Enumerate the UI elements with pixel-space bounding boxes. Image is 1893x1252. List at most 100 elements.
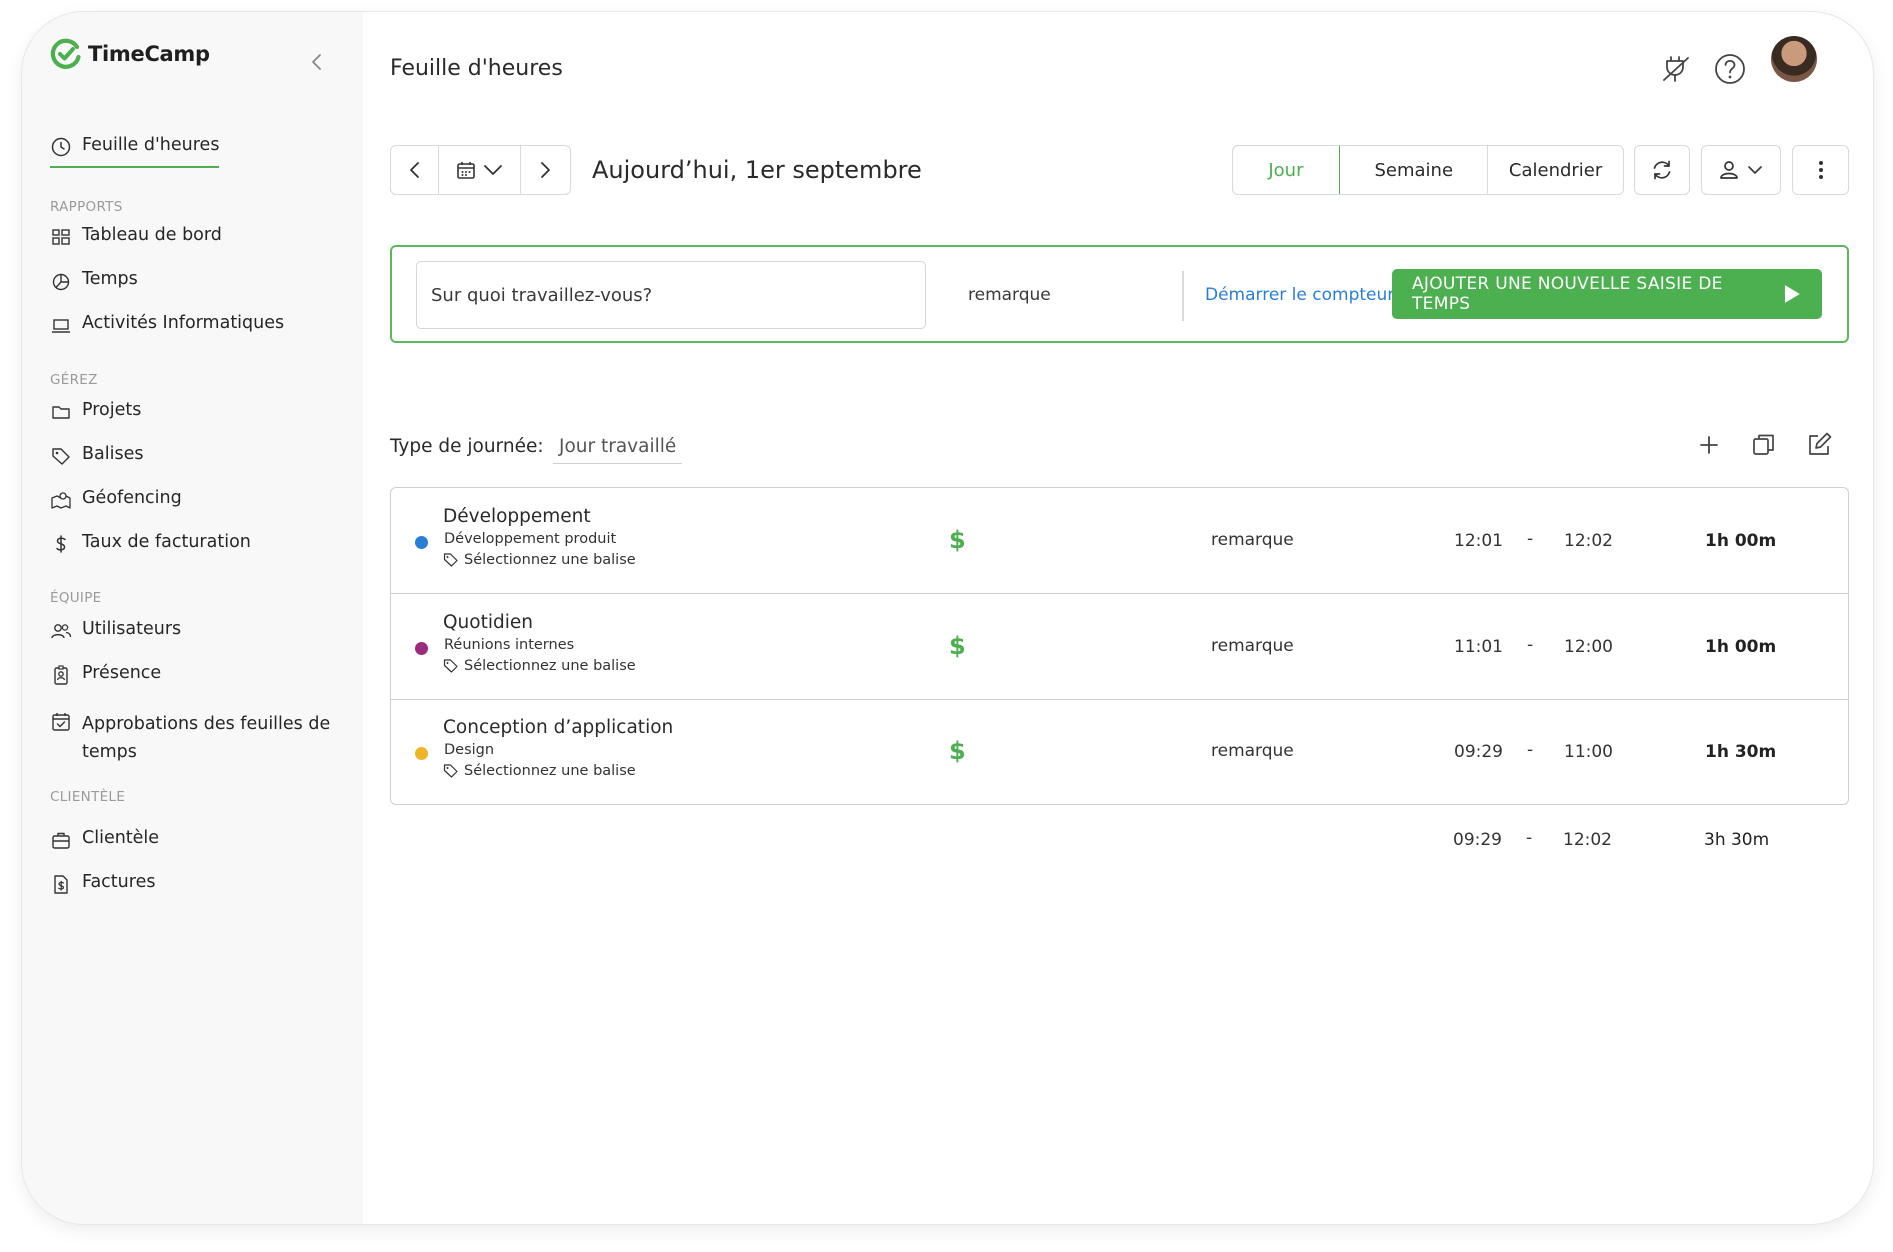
sidebar-item-label: Tableau de bord [82, 225, 222, 245]
tag-selector[interactable]: Sélectionnez une balise [443, 552, 636, 568]
chevron-right-icon [541, 162, 550, 178]
sidebar-item-label: Temps [82, 269, 138, 289]
plus-icon[interactable] [1694, 430, 1724, 460]
sidebar-item-label-multiline: Approbations des feuilles de temps [82, 710, 330, 766]
start-time[interactable]: 12:01 [1454, 531, 1503, 551]
logo[interactable]: TimeCamp [50, 38, 210, 70]
tag-selector-label: Sélectionnez une balise [464, 763, 636, 779]
laptop-icon [52, 319, 70, 333]
user-filter-dropdown[interactable] [1701, 145, 1781, 195]
task-search-input[interactable] [416, 261, 926, 329]
section-label-reports: RAPPORTS [50, 199, 123, 215]
project-name[interactable]: Développement [443, 506, 591, 527]
duration[interactable]: 1h 00m [1705, 531, 1776, 551]
tab-week[interactable]: Semaine [1340, 146, 1489, 194]
clock-icon [51, 137, 71, 157]
end-time[interactable]: 11:00 [1564, 742, 1613, 762]
sidebar-item-timesheet-approvals[interactable]: Approbations des feuilles de temps [50, 710, 330, 766]
pie-chart-icon [52, 273, 70, 291]
sidebar-item-label: Balises [82, 444, 144, 464]
sidebar-item-invoices[interactable]: Factures [50, 872, 155, 895]
app-window: TimeCamp Feuille d'heures RAPPORTS Table… [22, 12, 1873, 1224]
time-separator: - [1526, 828, 1533, 848]
day-type-select[interactable]: Jour travaillé [553, 430, 683, 464]
duration[interactable]: 1h 00m [1705, 637, 1776, 657]
tag-selector-label: Sélectionnez une balise [464, 658, 636, 674]
day-totals: 09:29 - 12:02 3h 30m [390, 828, 1849, 860]
copy-icon[interactable] [1749, 430, 1779, 460]
next-day-button[interactable] [521, 146, 569, 194]
time-entries-list: Développement Développement produit Séle… [390, 487, 1849, 805]
current-date-label: Aujourd’hui, 1er septembre [592, 156, 922, 184]
entry-note[interactable]: remarque [1211, 636, 1294, 656]
timecamp-logo-icon [50, 38, 81, 69]
table-row[interactable]: Quotidien Réunions internes Sélectionnez… [391, 594, 1848, 700]
plug-off-icon[interactable] [1659, 52, 1693, 86]
billable-dollar-icon[interactable]: $ [949, 526, 966, 554]
table-row[interactable]: Conception d’application Design Sélectio… [391, 699, 1848, 805]
sidebar-item-tags[interactable]: Balises [50, 444, 143, 467]
sidebar-item-timesheet[interactable]: Feuille d'heures [50, 135, 220, 168]
end-time[interactable]: 12:00 [1564, 637, 1613, 657]
end-time[interactable]: 12:02 [1564, 531, 1613, 551]
sidebar-item-attendance[interactable]: Présence [50, 663, 161, 686]
refresh-button[interactable] [1634, 145, 1690, 195]
chevron-down-icon [483, 165, 502, 175]
total-start-time: 09:29 [1453, 830, 1502, 850]
note-input[interactable] [960, 261, 1140, 329]
more-options-button[interactable] [1792, 145, 1849, 195]
chevron-down-icon [1748, 166, 1762, 174]
time-separator: - [1527, 529, 1534, 549]
sidebar-item-label: Utilisateurs [82, 619, 182, 639]
entry-note[interactable]: remarque [1211, 530, 1294, 550]
entry-note[interactable]: remarque [1211, 741, 1294, 761]
tag-icon [443, 553, 458, 567]
total-end-time: 12:02 [1563, 830, 1612, 850]
time-separator: - [1527, 635, 1534, 655]
sidebar-item-label-line1: Approbations des feuilles de [82, 714, 331, 734]
table-row[interactable]: Développement Développement produit Séle… [391, 488, 1848, 594]
sidebar-item-computer-activities[interactable]: Activités Informatiques [50, 313, 284, 336]
briefcase-icon [52, 832, 70, 849]
total-duration: 3h 30m [1704, 830, 1770, 850]
tag-selector-label: Sélectionnez une balise [464, 552, 636, 568]
dashboard-icon [52, 229, 70, 245]
sidebar-item-billing-rates[interactable]: Taux de facturation [50, 532, 251, 555]
start-time[interactable]: 09:29 [1454, 742, 1503, 762]
project-name[interactable]: Conception d’application [443, 717, 673, 738]
sidebar-item-dashboard[interactable]: Tableau de bord [50, 225, 222, 248]
date-navigation [390, 145, 571, 195]
task-name: Développement produit [444, 531, 617, 547]
previous-day-button[interactable] [391, 146, 439, 194]
edit-icon[interactable] [1804, 430, 1834, 460]
add-time-entry-button[interactable]: AJOUTER UNE NOUVELLE SAISIE DE TEMPS [1392, 269, 1822, 319]
tag-selector[interactable]: Sélectionnez une balise [443, 763, 636, 779]
billable-dollar-icon[interactable]: $ [949, 737, 966, 765]
time-separator: - [1527, 740, 1534, 760]
date-picker-button[interactable] [439, 146, 521, 194]
help-circle-icon[interactable] [1713, 52, 1747, 86]
users-icon [51, 624, 72, 639]
project-color-dot [415, 642, 428, 655]
tab-calendar[interactable]: Calendrier [1488, 146, 1623, 194]
sidebar-item-time[interactable]: Temps [50, 269, 138, 292]
avatar[interactable] [1771, 36, 1817, 82]
duration[interactable]: 1h 30m [1705, 742, 1776, 762]
start-time[interactable]: 11:01 [1454, 637, 1503, 657]
sidebar-item-label-line2: temps [82, 742, 137, 762]
sidebar-item-geofencing[interactable]: Géofencing [50, 488, 182, 511]
sidebar-item-clients[interactable]: Clientèle [50, 828, 159, 851]
start-timer-link[interactable]: Démarrer le compteur [1205, 285, 1394, 305]
sidebar-item-projects[interactable]: Projets [50, 400, 141, 423]
chevron-left-icon[interactable] [306, 50, 328, 74]
project-name[interactable]: Quotidien [443, 612, 533, 633]
user-icon [1720, 161, 1738, 179]
tag-selector[interactable]: Sélectionnez une balise [443, 658, 636, 674]
tab-day[interactable]: Jour [1233, 146, 1341, 194]
sidebar: TimeCamp Feuille d'heures RAPPORTS Table… [22, 12, 363, 1224]
billable-dollar-icon[interactable]: $ [949, 632, 966, 660]
sidebar-item-users[interactable]: Utilisateurs [50, 619, 181, 642]
chevron-left-icon [409, 162, 419, 178]
badge-icon [54, 665, 68, 685]
folder-icon [52, 406, 70, 419]
